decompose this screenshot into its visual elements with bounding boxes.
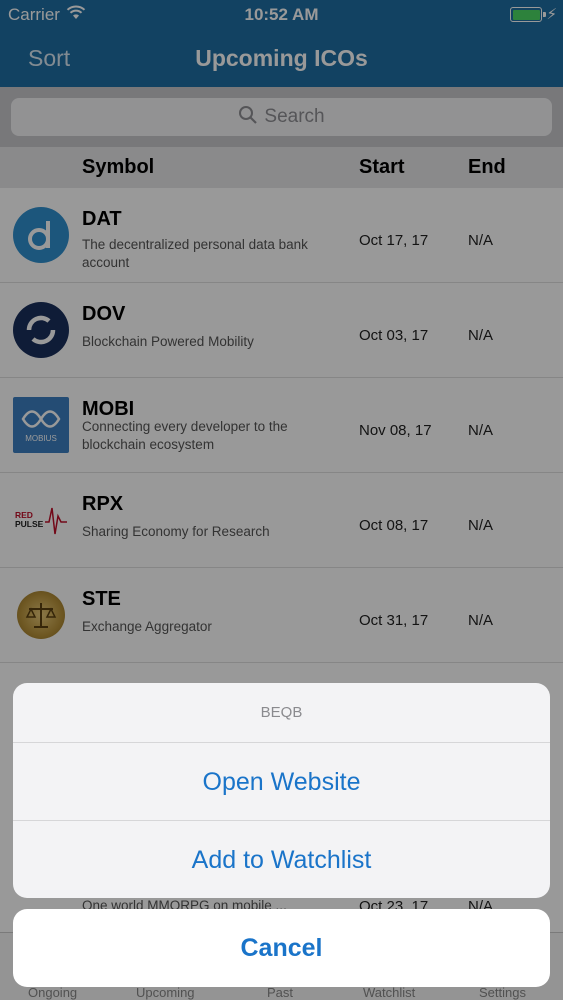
cancel-button[interactable]: Cancel (13, 909, 550, 987)
add-to-watchlist-button[interactable]: Add to Watchlist (13, 821, 550, 898)
open-website-button[interactable]: Open Website (13, 743, 550, 821)
action-sheet-title: BEQB (13, 683, 550, 743)
action-sheet: BEQB Open Website Add to Watchlist (13, 683, 550, 898)
